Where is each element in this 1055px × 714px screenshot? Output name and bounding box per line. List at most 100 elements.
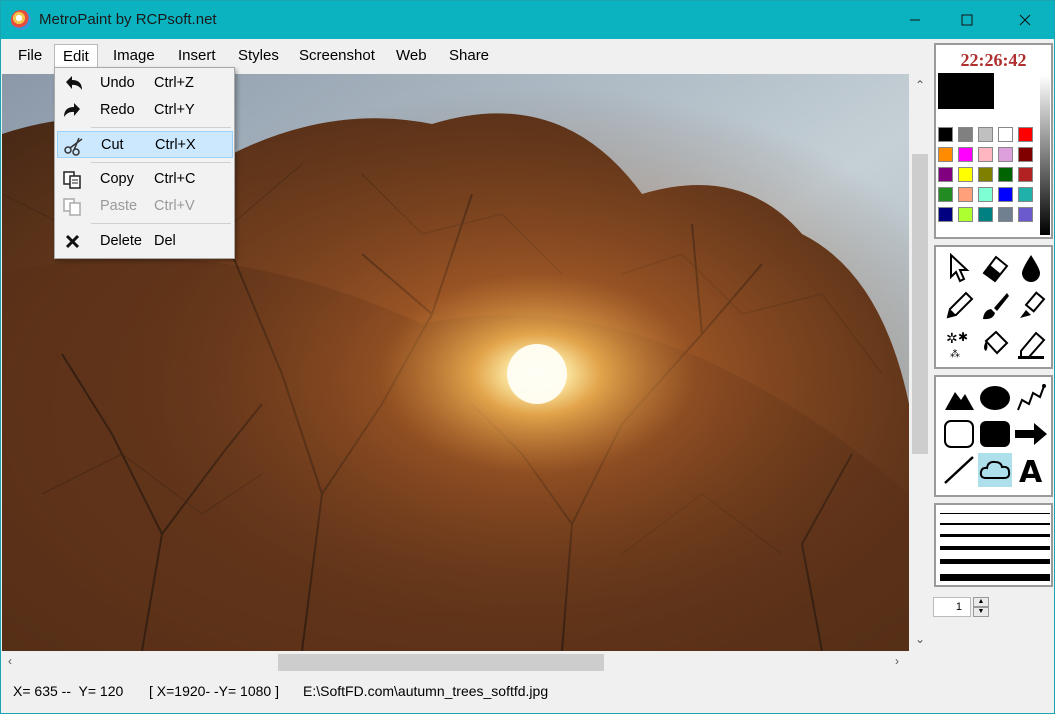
brush-tool[interactable] [978, 289, 1012, 323]
menu-styles[interactable]: Styles [230, 44, 287, 69]
rectangle-tool[interactable] [942, 417, 976, 451]
line-width-6[interactable] [940, 574, 1050, 581]
arrow-tool[interactable] [1014, 417, 1048, 451]
pointer-tool[interactable] [942, 251, 976, 285]
menu-web[interactable]: Web [388, 44, 435, 69]
menu-item-paste[interactable]: Paste Ctrl+V [57, 193, 233, 220]
color-swatch[interactable] [978, 207, 993, 222]
line-width-1[interactable] [940, 513, 1050, 514]
scroll-up-icon[interactable]: ⌃ [915, 78, 925, 92]
rounded-rect-tool[interactable] [978, 417, 1012, 451]
color-swatch[interactable] [1018, 207, 1033, 222]
palette-app-icon [11, 10, 31, 30]
color-swatch[interactable] [938, 147, 953, 162]
triangle-tool[interactable] [942, 381, 976, 415]
pencil-tool[interactable] [942, 289, 976, 323]
rounded-rect-icon [980, 421, 1010, 447]
horizontal-scroll-thumb[interactable] [278, 654, 604, 671]
fill-brush-tool[interactable] [1014, 289, 1048, 323]
color-swatch[interactable] [958, 147, 973, 162]
spin-down-icon[interactable]: ▼ [973, 607, 989, 617]
color-swatch[interactable] [978, 187, 993, 202]
minimize-button[interactable] [889, 1, 941, 39]
horizontal-scrollbar[interactable]: ‹ › [2, 651, 909, 673]
maximize-button[interactable] [941, 1, 993, 39]
scissors-icon [64, 137, 83, 156]
copy-icon [63, 171, 81, 189]
color-swatch[interactable] [998, 127, 1013, 142]
menu-edit[interactable]: Edit [54, 44, 98, 69]
line-width-value[interactable]: 1 [933, 597, 971, 617]
pencil-icon [946, 291, 974, 319]
delete-x-icon [65, 234, 80, 249]
brightness-slider[interactable] [1040, 75, 1050, 235]
color-swatch[interactable] [1018, 147, 1033, 162]
highlighter-tool[interactable] [1014, 327, 1048, 361]
rectangle-outline-icon [944, 420, 974, 448]
color-swatch[interactable] [998, 207, 1013, 222]
file-path: E:\SoftFD.com\autumn_trees_softfd.jpg [303, 683, 549, 699]
color-swatch[interactable] [998, 187, 1013, 202]
cloud-tool[interactable] [978, 453, 1012, 487]
color-swatch[interactable] [978, 147, 993, 162]
line-width-selector [934, 503, 1053, 587]
spray-tool[interactable]: ✲ ✱ ⁂ [942, 327, 976, 361]
scroll-right-icon[interactable]: › [895, 654, 899, 668]
line-width-3[interactable] [940, 534, 1050, 537]
vertical-scrollbar[interactable]: ⌃ ⌄ [909, 74, 931, 651]
spin-up-icon[interactable]: ▲ [973, 597, 989, 607]
line-tool[interactable] [942, 453, 976, 487]
color-swatch[interactable] [998, 147, 1013, 162]
close-button[interactable] [999, 1, 1051, 39]
line-width-spinner[interactable]: 1 ▲ ▼ [933, 597, 989, 617]
polyline-tool[interactable] [1014, 381, 1048, 415]
menu-file[interactable]: File [10, 44, 50, 69]
menu-item-undo[interactable]: Undo Ctrl+Z [57, 70, 233, 97]
vertical-scroll-thumb[interactable] [912, 154, 928, 454]
ellipse-icon [980, 386, 1010, 410]
drop-icon [1022, 255, 1040, 282]
color-swatch[interactable] [958, 167, 973, 182]
edit-menu-dropdown: Undo Ctrl+Z Redo Ctrl+Y Cut Ctrl+X Copy Ctrl… [54, 67, 235, 259]
image-dimensions: [ X=1920- -Y= 1080 ] [149, 683, 279, 699]
color-swatch[interactable] [938, 127, 953, 142]
menu-screenshot[interactable]: Screenshot [291, 44, 383, 69]
line-width-2[interactable] [940, 523, 1050, 525]
menu-item-cut[interactable]: Cut Ctrl+X [57, 131, 233, 158]
color-swatch[interactable] [978, 167, 993, 182]
color-swatch[interactable] [958, 187, 973, 202]
paint-bucket-tool[interactable] [978, 327, 1012, 361]
color-swatch[interactable] [1018, 127, 1033, 142]
color-swatch[interactable] [958, 207, 973, 222]
title-bar: MetroPaint by RCPsoft.net [1, 1, 1054, 39]
menu-item-redo[interactable]: Redo Ctrl+Y [57, 97, 233, 124]
line-width-5[interactable] [940, 559, 1050, 564]
color-swatch[interactable] [938, 187, 953, 202]
primary-color-swatch[interactable] [938, 73, 994, 109]
menu-insert[interactable]: Insert [170, 44, 224, 69]
menu-share[interactable]: Share [441, 44, 497, 69]
dropper-tool[interactable] [1014, 251, 1048, 285]
color-swatch[interactable] [938, 207, 953, 222]
color-swatch[interactable] [958, 127, 973, 142]
brush-icon [983, 293, 1009, 320]
text-icon: A [1019, 455, 1043, 485]
fill-brush-icon [1020, 291, 1046, 318]
menu-item-copy[interactable]: Copy Ctrl+C [57, 166, 233, 193]
menu-image[interactable]: Image [105, 44, 163, 69]
menu-item-delete[interactable]: Delete Del [57, 228, 233, 255]
color-swatch[interactable] [998, 167, 1013, 182]
text-tool[interactable]: A [1014, 453, 1048, 487]
eraser-tool[interactable] [978, 251, 1012, 285]
line-width-4[interactable] [940, 546, 1050, 550]
color-swatch[interactable] [1018, 167, 1033, 182]
cursor-coordinates: X= 635 -- Y= 120 [13, 683, 124, 699]
color-swatch[interactable] [978, 127, 993, 142]
scroll-down-icon[interactable]: ⌄ [915, 632, 925, 646]
color-swatch[interactable] [1018, 187, 1033, 202]
secondary-color-swatch[interactable] [994, 73, 1042, 121]
ellipse-tool[interactable] [978, 381, 1012, 415]
color-swatch[interactable] [938, 167, 953, 182]
polyline-icon [1017, 384, 1046, 411]
scroll-left-icon[interactable]: ‹ [8, 654, 12, 668]
